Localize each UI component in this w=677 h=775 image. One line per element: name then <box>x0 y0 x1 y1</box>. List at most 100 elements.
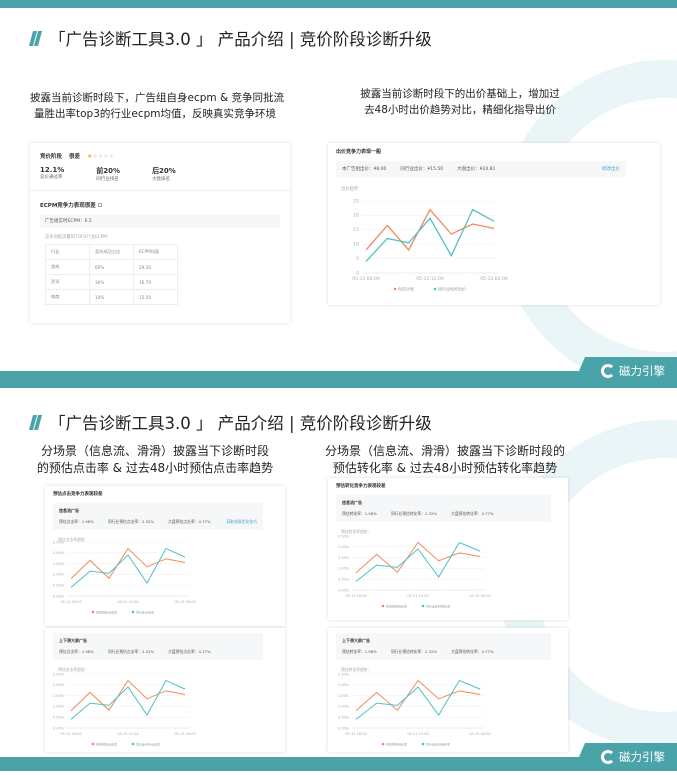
x-tick-label: 05-11 00:00 <box>60 732 81 736</box>
y-tick-label: 1.00% <box>53 573 65 577</box>
series-line-2 <box>70 547 186 588</box>
logo-icon <box>601 364 615 378</box>
series-line-2 <box>355 679 481 720</box>
bid-trend-chart: 0 5 10 15 20 25 05-11 00:00 05-11 12:00 05-12 00… <box>352 198 508 291</box>
legend-marker <box>91 610 95 614</box>
legend-label: 你的计划 <box>398 285 414 291</box>
y-tick-label: 2.50% <box>53 540 65 544</box>
ctr-fullscreen-chart: 0.00% 0.50% 1.00% 1.50% 2.00% 2.50% 05-11 00:0… <box>53 672 196 746</box>
metric: 12.1% 竞价通过率 <box>40 166 65 180</box>
ctr-fullscreen-card: 上下滑大屏广告 预估点击率：1.98% 同行业预估点击率：2.32% 大盘预估点击率… <box>45 628 285 752</box>
legend-label: 同行业标杆点击率 <box>136 741 160 746</box>
y-tick-label: 20 <box>353 213 359 219</box>
left-description: 分场景（信息流、滑滑）披露当下诊断时段 的预估点击率 & 过去48小时预估点击率趋… <box>36 444 274 475</box>
metric: 前20% 同行业排名 <box>96 167 121 182</box>
x-tick-label: 05-12 00:00 <box>469 732 490 736</box>
y-tick-label: 0.00% <box>53 594 65 598</box>
legend-marker <box>131 742 135 746</box>
title-mark-icon <box>28 414 43 430</box>
x-tick-label: 05-11 00:00 <box>352 276 380 282</box>
y-tick-label: 2.00% <box>338 545 350 549</box>
x-tick-label: 05-12 00:00 <box>174 732 195 736</box>
legend-label: 你的预估点击率 <box>96 741 117 746</box>
x-tick-label: 05-12 00:00 <box>480 276 508 282</box>
y-tick-label: 10 <box>353 242 359 248</box>
y-tick-label: 5 <box>356 256 359 262</box>
logo-tab: 磁力引擎 <box>573 743 677 771</box>
series-line-2 <box>70 679 186 720</box>
table-row: 资讯 30% 16.70 <box>45 274 178 290</box>
legend-label: 你的预估转化率 <box>386 741 407 746</box>
legend-marker <box>131 610 135 614</box>
legend-marker <box>421 742 425 746</box>
table-row: 游戏 60% 29.20 <box>45 259 178 275</box>
y-tick-label: 0.50% <box>53 716 65 720</box>
price-card: 出价竞争力表现一般 本广告组出价：¥8.00 同行业出价：¥15.50 大盘出价：¥… <box>328 143 660 305</box>
optimize-link[interactable]: 获取创意优化技巧 <box>227 519 257 525</box>
y-tick-label: 1.50% <box>338 556 350 560</box>
right-description: 披露当前诊断时段下的出价基础上，增加过 去48小时出价趋势对比，精细化指导出价 <box>360 88 560 116</box>
cvr-feed-chart: 0.00% 0.50% 1.00% 1.50% 2.00% 2.50% 05-11 00:0… <box>338 534 491 608</box>
y-tick-label: 0.50% <box>338 716 350 720</box>
y-tick-label: 1.50% <box>338 694 350 698</box>
legend-label: 同行业标杆转化率 <box>426 741 450 746</box>
series-line-2 <box>355 541 481 582</box>
y-tick-label: 1.50% <box>53 562 65 566</box>
y-tick-label: 2.00% <box>53 551 65 555</box>
table-header: 行业 竞价成功占比 ECPM均值 <box>45 244 178 260</box>
legend-marker <box>421 604 425 608</box>
x-tick-label: 05-12 00:00 <box>469 594 490 598</box>
legend-label: 你的预估转化率 <box>386 603 407 608</box>
logo-icon <box>601 750 615 764</box>
x-tick-label: 05-12 00:00 <box>174 600 195 604</box>
bid-stage-card: 竞价阶段 很差 ★★★★★ 12.1% 竞价通过率 前20% 同行业排名 后20% 大… <box>30 143 290 323</box>
slide-2: 「广告诊断工具3.0 」 产品介绍 | 竞价阶段诊断升级 分场景（信息流、滑滑）… <box>0 380 677 775</box>
x-tick-label: 05-11 12:00 <box>117 732 138 736</box>
star-empty-icon: ★★★★ <box>92 152 114 160</box>
y-tick-label: 0.00% <box>338 726 350 730</box>
y-tick-label: 2.00% <box>53 683 65 687</box>
legend-label: 同行业点击率 <box>136 609 154 614</box>
legend-marker <box>91 742 95 746</box>
slide-title: 「广告诊断工具3.0 」 产品介绍 | 竞价阶段诊断升级 <box>28 410 432 434</box>
y-tick-label: 0.50% <box>53 584 65 588</box>
y-tick-label: 2.50% <box>338 534 350 538</box>
slide-title: 「广告诊断工具3.0 」 产品介绍 | 竞价阶段诊断升级 <box>28 26 432 50</box>
y-tick-label: 0.00% <box>53 726 65 730</box>
legend-label: 同行业标杆转化率 <box>426 603 450 608</box>
top-bar <box>0 0 677 8</box>
modify-bid-link[interactable]: 修改出价 <box>602 166 620 172</box>
right-description: 分场景（信息流、滑滑）披露当下诊断时段的 预估转化率 & 过去48小时预估转化率趋… <box>324 444 565 475</box>
info-icon[interactable] <box>97 203 102 207</box>
left-description: 披露当前诊断时段下，广告组自身ecpm & 竞争同批流 量胜出率top3的行业ec… <box>30 92 284 120</box>
slide-1: 「广告诊断工具3.0 」 产品介绍 | 竞价阶段诊断升级 披露当前诊断时段下，广… <box>0 0 677 386</box>
cvr-fullscreen-chart: 0.00% 0.50% 1.00% 1.50% 2.00% 2.50% 05-11 00:0… <box>338 672 491 746</box>
y-tick-label: 2.50% <box>53 672 65 676</box>
x-tick-label: 05-11 12:00 <box>117 600 138 604</box>
y-tick-label: 2.50% <box>338 672 350 676</box>
series-line-2 <box>365 208 495 262</box>
star-rating: ★★★★★ <box>87 153 114 160</box>
y-tick-label: 1.00% <box>338 705 350 709</box>
legend-label: 同行业标杆出价 <box>438 285 466 291</box>
top-bar <box>0 380 677 388</box>
x-tick-label: 05-11 00:00 <box>60 600 81 604</box>
y-tick-label: 0.00% <box>338 588 350 592</box>
legend-marker <box>381 742 385 746</box>
x-tick-label: 05-11 12:00 <box>416 276 444 282</box>
metric: 后20% 大盘排名 <box>152 167 176 182</box>
x-tick-label: 05-11 12:00 <box>407 594 428 598</box>
y-tick-label: 15 <box>353 227 359 233</box>
x-tick-label: 05-11 12:00 <box>407 732 428 736</box>
y-tick-label: 1.00% <box>338 567 350 571</box>
title-mark-icon <box>28 30 43 46</box>
ecpm-title: ECPM竞争力表现很差 <box>40 201 280 209</box>
legend-marker <box>393 287 397 291</box>
ecpm-table: 行业 竞价成功占比 ECPM均值 游戏 60% 29.20 资讯 30% 16.70 电商 1… <box>45 244 178 305</box>
cvr-fullscreen-card: 上下滑大屏广告 预估转化率：1.98% 同行业预估转化率：2.32% 大盘预估转化率… <box>328 628 568 752</box>
table-row: 电商 10% 15.50 <box>45 289 178 305</box>
y-tick-label: 1.00% <box>53 705 65 709</box>
legend-marker <box>433 287 437 291</box>
ctr-feed-card: 预估点击竞争力表现较差 信息流广告 预估点击率：1.98% 同行业预估点击率：2.… <box>45 486 285 626</box>
y-tick-label: 2.00% <box>338 683 350 687</box>
